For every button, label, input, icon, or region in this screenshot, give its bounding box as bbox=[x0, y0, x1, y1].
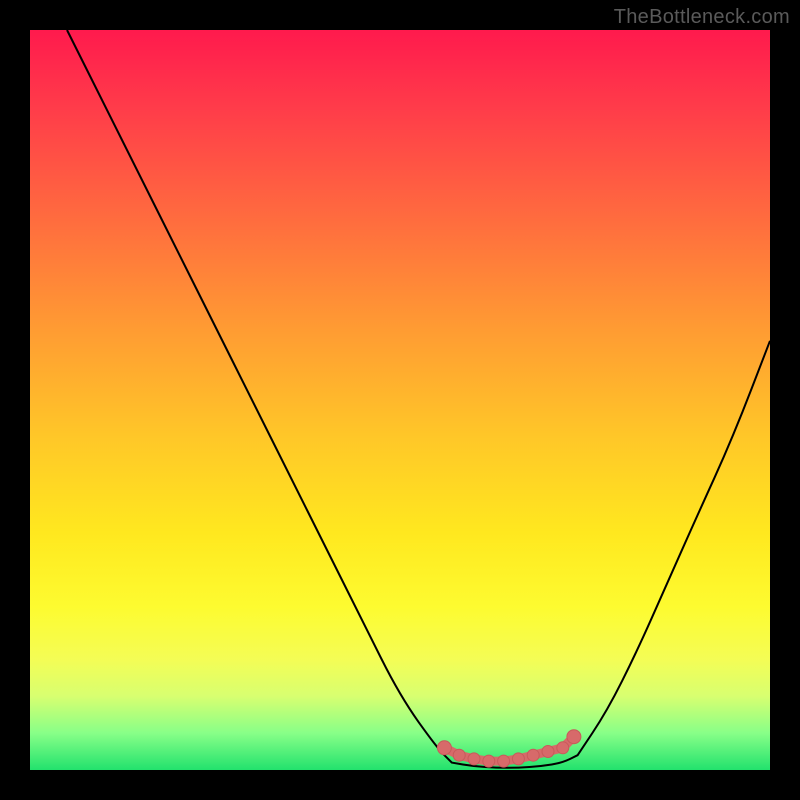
valley-marker bbox=[468, 753, 480, 765]
valley-marker bbox=[542, 746, 554, 758]
valley-marker bbox=[453, 749, 465, 761]
curve-layer bbox=[30, 30, 770, 770]
bottleneck-curve bbox=[67, 30, 770, 768]
valley-marker bbox=[498, 755, 510, 767]
plot-area bbox=[30, 30, 770, 770]
valley-marker bbox=[527, 749, 539, 761]
watermark-text: TheBottleneck.com bbox=[614, 6, 790, 29]
valley-marker bbox=[437, 741, 451, 755]
valley-marker bbox=[567, 730, 581, 744]
valley-marker bbox=[557, 742, 569, 754]
valley-marker bbox=[483, 755, 495, 767]
chart-frame: TheBottleneck.com bbox=[0, 0, 800, 800]
valley-marker bbox=[512, 753, 524, 765]
valley-marker-group bbox=[437, 730, 581, 767]
